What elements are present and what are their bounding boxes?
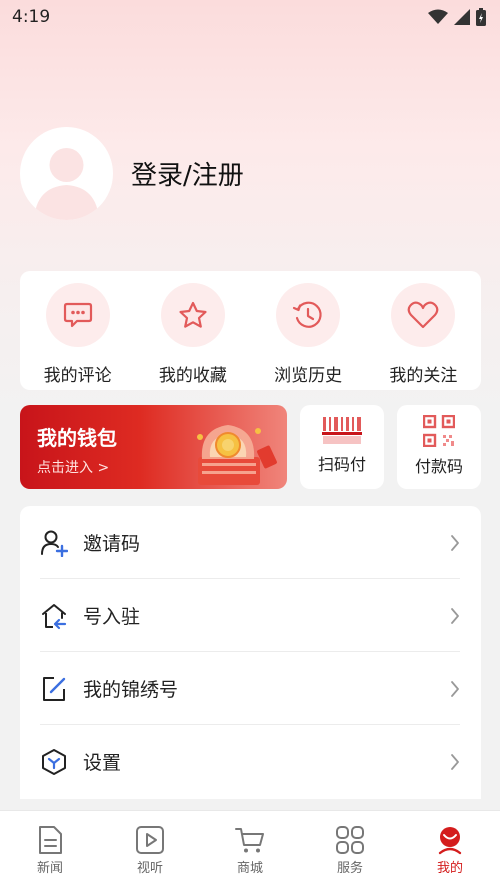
- menu-label: 我的锦绣号: [83, 679, 179, 701]
- wallet-title: 我的钱包: [37, 426, 117, 450]
- comment-icon: [63, 302, 92, 328]
- quick-item-following[interactable]: 我的关注: [366, 271, 481, 390]
- payment-code-label: 付款码: [414, 457, 463, 476]
- star-icon: [179, 301, 207, 328]
- quick-item-favorites[interactable]: 我的收藏: [135, 271, 250, 390]
- avatar[interactable]: [20, 127, 113, 220]
- chevron-right-icon: [451, 534, 459, 551]
- menu-label: 号入驻: [83, 606, 141, 628]
- payment-code-button[interactable]: 付款码: [397, 405, 481, 489]
- quick-icon-circle: [160, 283, 225, 347]
- menu-icon-wrap: [40, 529, 70, 557]
- menu-label: 设置: [83, 752, 122, 774]
- chevron-right-icon: [451, 607, 459, 624]
- tab-label: 视听: [136, 861, 163, 876]
- cart-icon: [235, 828, 264, 853]
- quick-label: 我的评论: [43, 366, 112, 386]
- quick-label: 浏览历史: [274, 366, 343, 386]
- menu-item-my-account[interactable]: 我的锦绣号: [40, 652, 460, 725]
- tab-mine[interactable]: 我的: [400, 811, 500, 889]
- edit-icon: [43, 676, 66, 701]
- wallet-banner[interactable]: 我的钱包 点击进入 >: [20, 405, 287, 489]
- login-register-link[interactable]: 登录/注册: [131, 155, 244, 192]
- chevron-right-icon: [451, 753, 459, 770]
- quick-icon-circle: [45, 283, 110, 347]
- quick-label: 我的关注: [389, 366, 458, 386]
- tab-label: 商城: [236, 861, 263, 876]
- menu-icon-wrap: [40, 675, 70, 703]
- status-time: 4:19: [12, 7, 51, 27]
- chevron-right-icon: [451, 680, 459, 697]
- profile-section[interactable]: 登录/注册: [20, 127, 244, 220]
- wallet-enter-link: 点击进入 >: [37, 460, 110, 476]
- scan-pay-button[interactable]: 扫码付: [300, 405, 384, 489]
- tab-label: 我的: [436, 861, 463, 876]
- quick-icon-circle: [391, 283, 456, 347]
- quick-icon-circle: [276, 283, 341, 347]
- status-icons: [428, 8, 486, 26]
- history-icon: [293, 301, 322, 328]
- quick-label: 我的收藏: [158, 366, 227, 386]
- tab-media[interactable]: 视听: [100, 811, 200, 889]
- menu-icon-wrap: [40, 602, 70, 630]
- home-enter-icon: [42, 603, 67, 629]
- tab-label: 服务: [336, 861, 363, 876]
- menu-item-account-onboarding[interactable]: 号入驻: [40, 579, 460, 652]
- news-icon: [39, 826, 62, 854]
- menu-icon-wrap: [40, 748, 70, 776]
- scan-pay-label: 扫码付: [317, 455, 366, 474]
- battery-icon: [476, 8, 486, 26]
- menu-item-settings[interactable]: 设置: [40, 725, 460, 798]
- status-bar: 4:19: [0, 0, 500, 34]
- qrcode-icon: [423, 415, 455, 447]
- tab-news[interactable]: 新闻: [0, 811, 100, 889]
- settings-icon: [42, 748, 66, 775]
- default-avatar-icon: [34, 148, 99, 220]
- signal-icon: [454, 9, 470, 25]
- wallet-purse-icon: [197, 425, 277, 485]
- wifi-icon: [428, 9, 448, 24]
- grid-icon: [336, 826, 364, 854]
- mine-icon: [438, 827, 462, 855]
- menu-label: 邀请码: [83, 533, 141, 555]
- quick-item-comments[interactable]: 我的评论: [20, 271, 135, 390]
- quick-item-history[interactable]: 浏览历史: [251, 271, 366, 390]
- tab-label: 新闻: [36, 861, 63, 876]
- tab-services[interactable]: 服务: [300, 811, 400, 889]
- invite-user-icon: [41, 530, 68, 557]
- menu-item-invite-code[interactable]: 邀请码: [40, 506, 460, 579]
- settings-menu-card: 邀请码 号入驻 我的锦绣号 设置: [20, 506, 481, 799]
- bottom-tab-bar: 新闻 视听 商城 服务 我的: [0, 810, 500, 889]
- quick-actions-card: 我的评论 我的收藏 浏览历史 我的关注: [20, 271, 481, 390]
- scan-icon: [322, 417, 362, 444]
- heart-icon: [408, 301, 439, 329]
- tab-mall[interactable]: 商城: [200, 811, 300, 889]
- play-icon: [136, 826, 164, 854]
